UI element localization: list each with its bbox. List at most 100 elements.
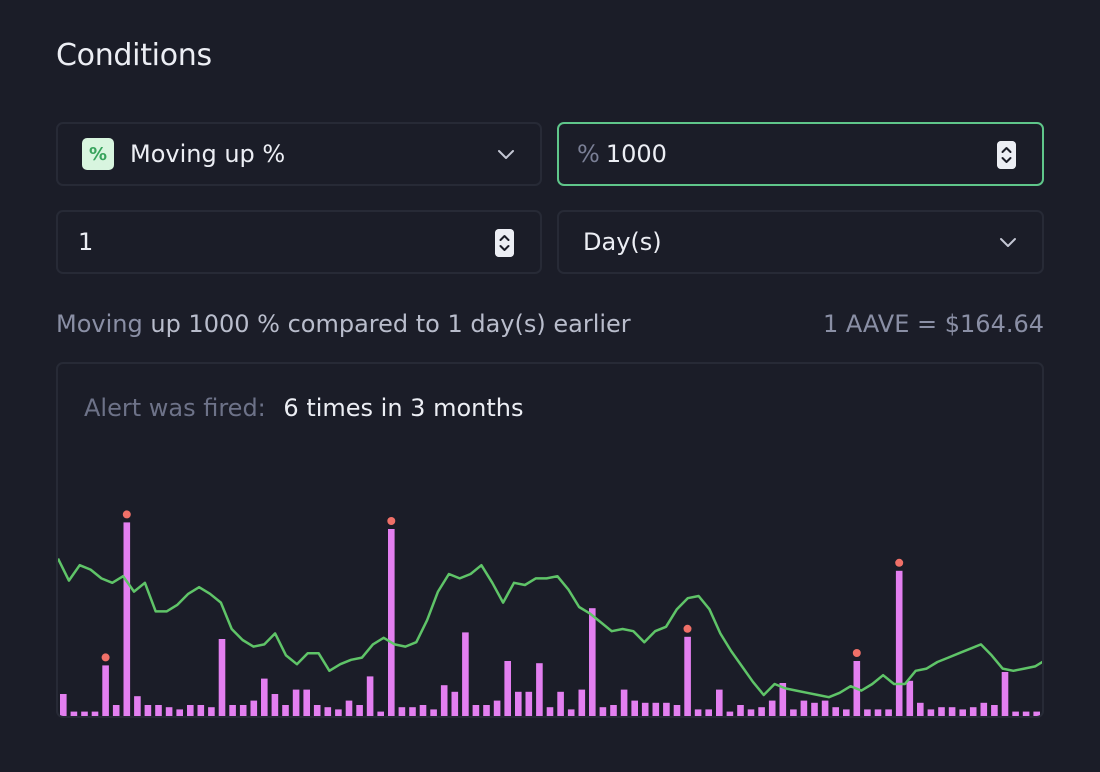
volume-bar [515,691,522,716]
volume-bar [684,636,691,716]
volume-bar [663,702,670,716]
condition-type-select[interactable]: % Moving up % [56,122,542,186]
volume-bar [885,709,892,716]
percent-icon: % [82,138,114,170]
volume-bar [599,707,607,716]
volume-bar [1001,672,1009,716]
number-stepper-icon[interactable] [997,141,1016,169]
chevron-down-icon [1000,238,1016,247]
volume-bar [123,522,131,716]
volume-bar [917,702,924,716]
volume-bar [546,707,554,716]
volume-bar [282,705,289,716]
alert-fired-marker [895,558,904,567]
volume-bar [768,700,776,716]
volume-bar [716,689,723,716]
percent-value: 1000 [605,140,667,168]
volume-bar [567,709,575,716]
volume-bar [261,678,268,716]
volume-bar [821,700,829,716]
alert-fired-marker [387,517,396,525]
condition-type-label: Moving up % [130,140,286,168]
volume-bar [694,709,702,716]
volume-bar [324,707,332,716]
alert-fired-marker [683,624,692,633]
volume-bar [1012,711,1019,716]
volume-bar [102,665,109,716]
volume-bar [652,702,660,716]
volume-bar [472,705,480,716]
summary-lead: Moving [56,310,143,338]
volume-bar [208,707,215,716]
volume-bar [790,709,797,716]
volume-bar [811,702,818,716]
volume-bar [303,689,310,716]
volume-bar [271,694,279,716]
volume-bar [91,711,99,716]
volume-bar [758,707,765,716]
volume-bar [197,705,205,716]
alert-chart-panel: Alert was fired: 6 times in 3 months [56,362,1044,718]
volume-bar [959,709,966,716]
volume-bar [462,632,469,716]
alert-fired-marker [101,653,110,662]
volume-bar [991,705,998,716]
alert-fired-marker [852,649,861,657]
volume-bar [737,705,744,716]
volume-bar [345,700,353,716]
volume-bar [864,709,871,716]
volume-bar [874,709,882,716]
volume-bar [705,709,712,716]
volume-bar [620,689,628,716]
condition-summary: Moving up 1000 % compared to 1 day(s) ea… [56,310,1044,338]
volume-bar [176,709,183,716]
percent-input[interactable]: % 1000 [557,122,1044,186]
volume-bar [980,702,988,716]
volume-bar [155,705,162,716]
volume-bar [70,711,78,716]
volume-bar [631,700,638,716]
volume-bar [366,676,374,716]
volume-bar [906,680,914,716]
period-value: 1 [78,228,94,256]
volume-bar [335,709,342,716]
volume-bar [398,707,406,716]
period-number-input[interactable]: 1 [56,210,542,274]
volume-bar [229,705,236,716]
volume-bar [377,711,384,716]
volume-bar [112,705,120,716]
volume-bar [493,700,501,716]
volume-bar [388,529,395,716]
price-label: 1 AAVE = $164.64 [822,310,1044,338]
volume-bar [134,696,141,716]
volume-bar [969,707,977,716]
period-unit-select[interactable]: Day(s) [557,210,1044,274]
volume-bar [589,608,596,716]
volume-bar [832,707,839,716]
volume-bar [578,689,586,716]
volume-bar [165,707,173,716]
volume-bar [356,705,363,716]
volume-bar [451,691,459,716]
volume-bar [747,709,755,716]
price-chart [58,510,1042,716]
volume-bar [673,705,681,716]
volume-bar [250,700,258,716]
volume-bar [504,661,511,716]
volume-bar [610,705,617,716]
volume-bar [1033,711,1040,716]
page-title: Conditions [56,38,212,73]
alert-fired-marker [122,510,131,519]
number-stepper-icon[interactable] [495,229,514,257]
summary-text: up 1000 % compared to 1 day(s) earlier [150,310,631,338]
volume-bar [938,707,945,716]
volume-bar [641,702,649,716]
volume-bar [557,691,564,716]
volume-bar [800,700,808,716]
volume-bar [430,709,437,716]
volume-bar [81,711,88,716]
volume-bar [483,705,490,716]
volume-bar [187,705,194,716]
period-unit-label: Day(s) [583,228,662,256]
volume-bar [313,705,321,716]
